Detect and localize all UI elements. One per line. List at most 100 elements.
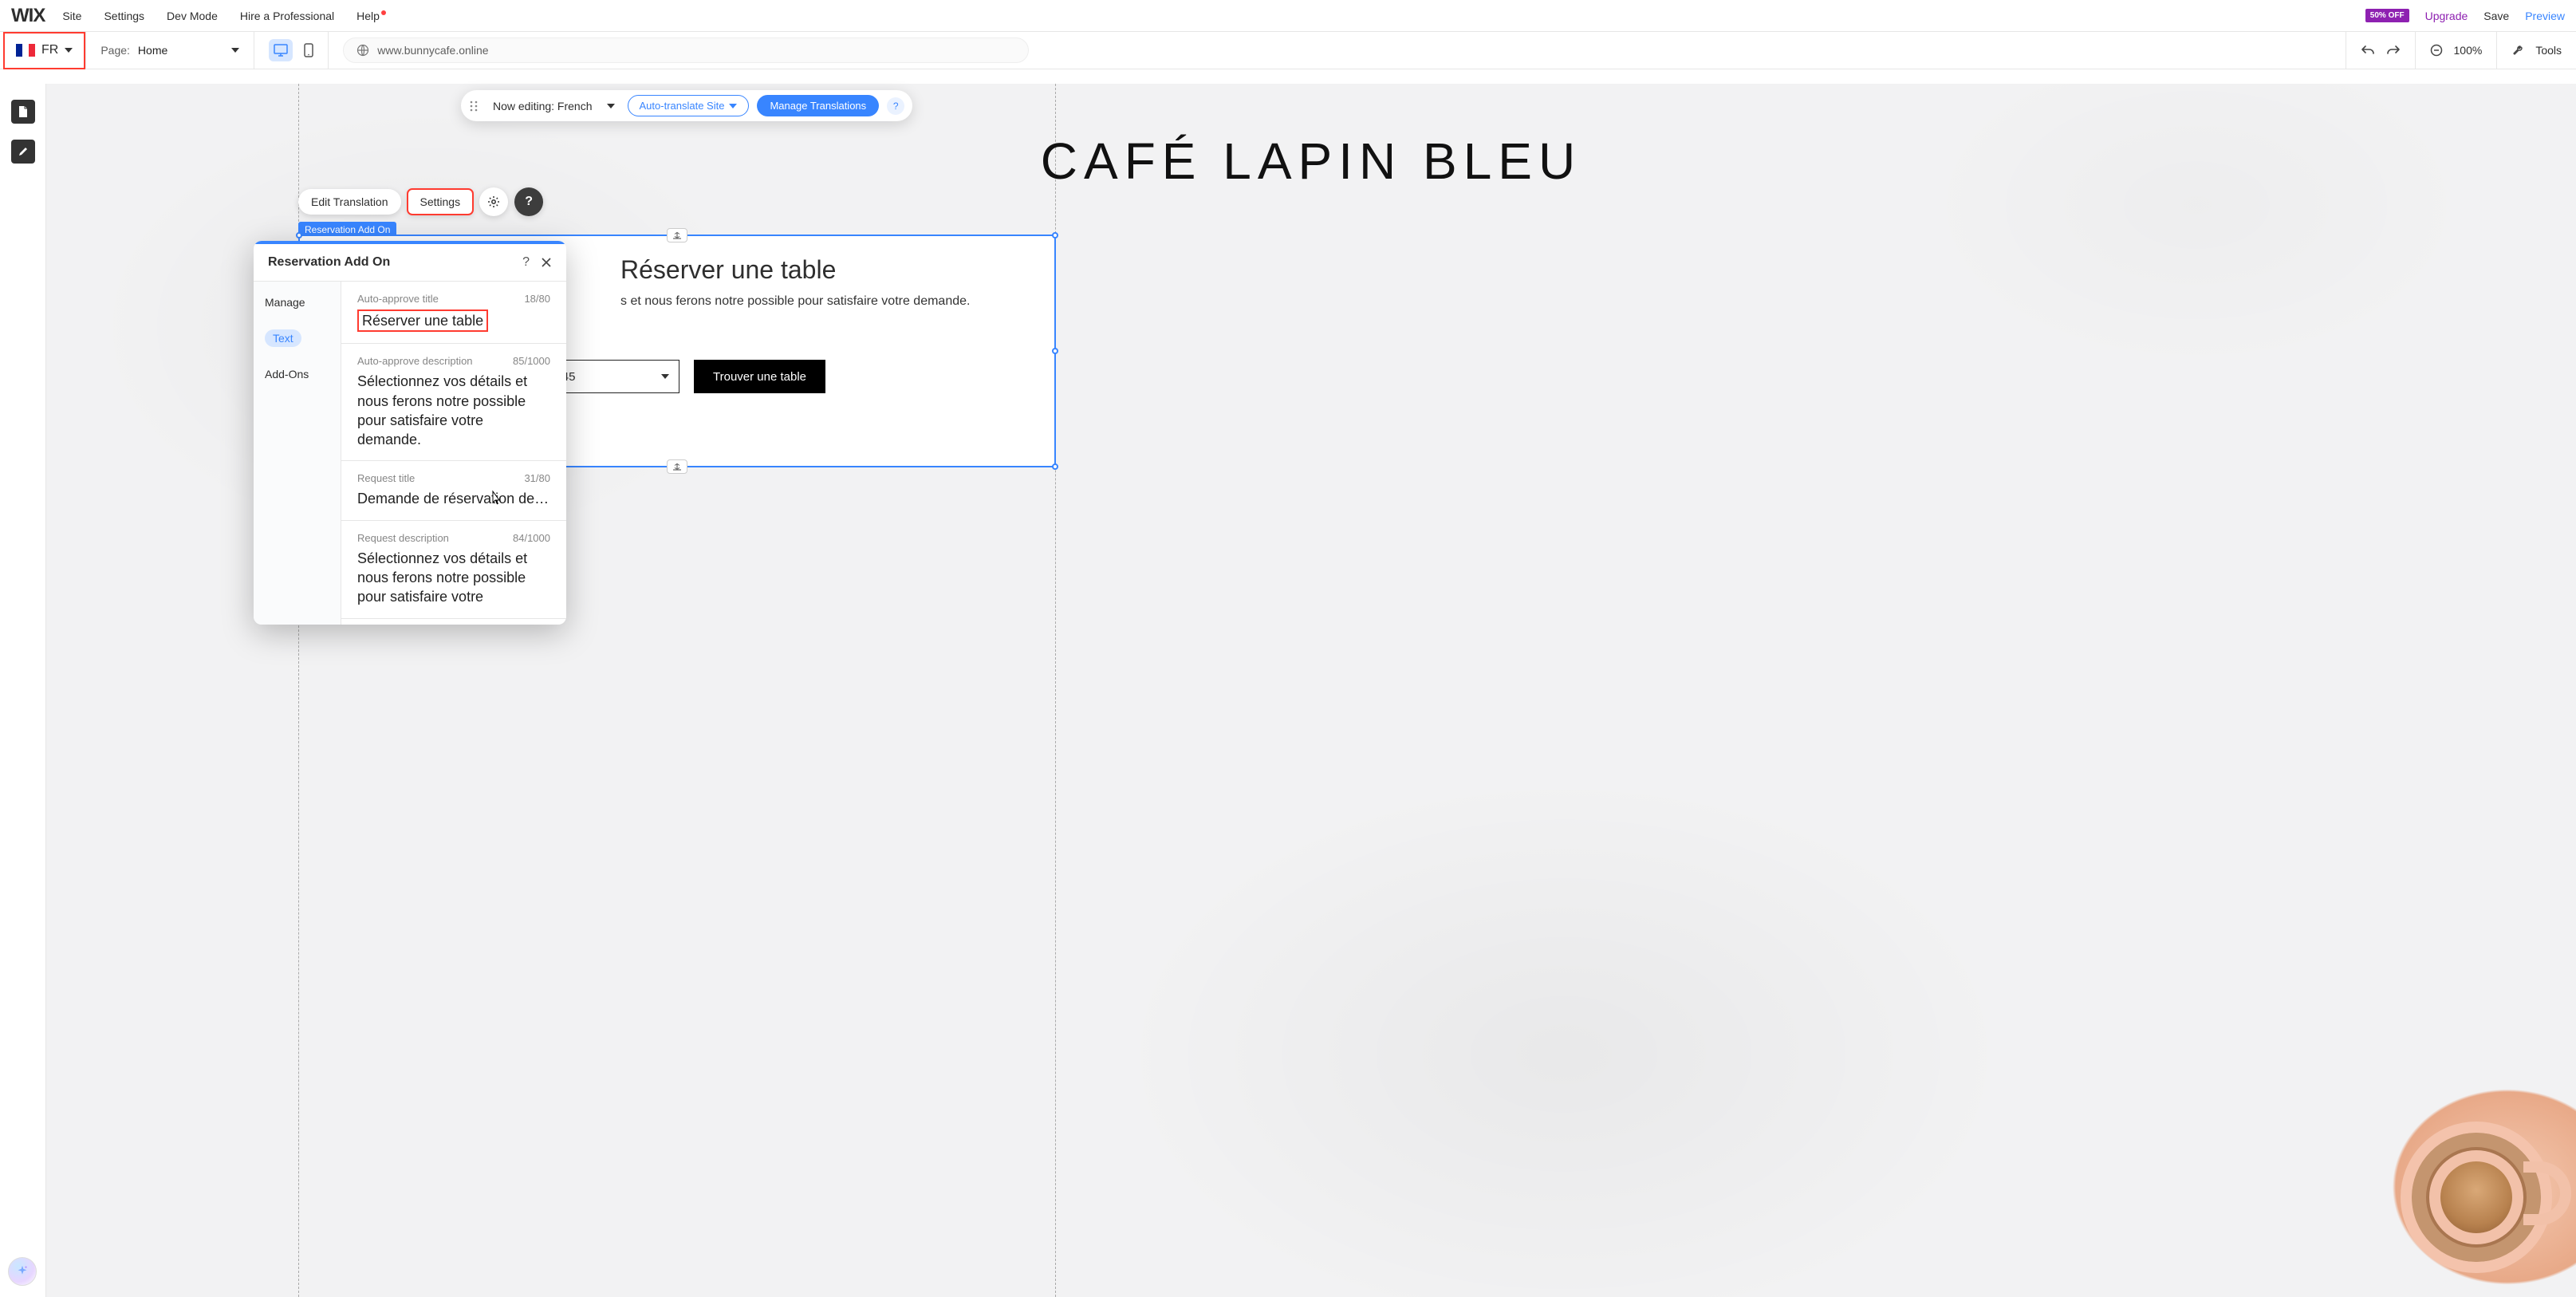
settings-panel: Reservation Add On ? Manage Text Add-Ons…: [254, 241, 566, 625]
row-count: 31/80: [524, 472, 550, 484]
wix-logo[interactable]: WIX: [11, 5, 45, 27]
resize-handle[interactable]: [1052, 232, 1058, 239]
page-selector[interactable]: Page: Home: [85, 32, 254, 69]
panel-text-row[interactable]: Auto-approve title18/80Réserver une tabl…: [341, 282, 566, 344]
element-toolbar: Edit Translation Settings ?: [298, 187, 543, 216]
sparkle-icon: [15, 1264, 30, 1279]
resize-handle[interactable]: [1052, 348, 1058, 354]
topbar: WIX Site Settings Dev Mode Hire a Profes…: [0, 0, 2576, 32]
chevron-down-icon: [65, 48, 73, 53]
desktop-view-button[interactable]: [269, 39, 293, 61]
stretch-icon: [672, 463, 682, 471]
row-label: Request title: [357, 472, 415, 484]
rail-pages-button[interactable]: [11, 100, 35, 124]
stretch-handle[interactable]: [667, 459, 687, 474]
undo-redo-group: [2346, 32, 2415, 69]
editing-label: Now editing: French: [486, 100, 599, 112]
save-button[interactable]: Save: [2483, 10, 2509, 22]
row-value: Demande de réservation de…: [357, 489, 550, 508]
upgrade-link[interactable]: Upgrade: [2425, 10, 2468, 22]
zoom-out-icon: [2430, 44, 2443, 57]
row-count: 85/1000: [513, 355, 550, 367]
tools-label: Tools: [2535, 44, 2562, 57]
question-icon: ?: [525, 195, 533, 209]
gear-icon: [487, 195, 500, 208]
menu-help[interactable]: Help: [356, 10, 384, 22]
panel-body: Manage Text Add-Ons Auto-approve title18…: [254, 282, 566, 625]
menu-site[interactable]: Site: [62, 10, 81, 22]
flag-france-icon: [16, 44, 35, 57]
reservation-desc: s et nous ferons notre possible pour sat…: [620, 294, 1030, 309]
find-table-button[interactable]: Trouver une table: [694, 360, 825, 393]
row-value: Sélectionnez vos détails et nous ferons …: [357, 549, 550, 607]
tab-addons[interactable]: Add-Ons: [265, 368, 329, 380]
canvas[interactable]: Now editing: French Auto-translate Site …: [46, 84, 2576, 1297]
drag-handle-icon[interactable]: [469, 100, 479, 112]
zoom-control[interactable]: 100%: [2415, 32, 2497, 69]
zoom-value: 100%: [2454, 44, 2483, 57]
element-gear-button[interactable]: [479, 187, 508, 216]
device-switcher: [254, 32, 329, 69]
tools-button[interactable]: Tools: [2496, 32, 2576, 69]
reservation-title: Réserver une table: [620, 255, 1030, 285]
panel-close-button[interactable]: [541, 257, 552, 268]
panel-text-row[interactable]: Request description84/1000Sélectionnez v…: [341, 521, 566, 619]
panel-content[interactable]: Auto-approve title18/80Réserver une tabl…: [341, 282, 566, 625]
stretch-handle[interactable]: [667, 228, 687, 242]
language-selector[interactable]: FR: [3, 32, 85, 69]
panel-header[interactable]: Reservation Add On ?: [254, 244, 566, 282]
menu-help-label: Help: [356, 10, 380, 22]
page-label: Page:: [100, 44, 130, 57]
chevron-down-icon[interactable]: [607, 104, 615, 108]
language-code: FR: [41, 43, 58, 57]
row-label: Request description: [357, 532, 449, 544]
bar2-right: 100% Tools: [2346, 32, 2576, 69]
menu-devmode[interactable]: Dev Mode: [167, 10, 218, 22]
chevron-down-icon: [231, 48, 239, 53]
element-help-button[interactable]: ?: [514, 187, 543, 216]
panel-text-row[interactable]: Auto-approve description 85/1000 Sélection…: [341, 344, 566, 461]
mobile-icon: [304, 43, 313, 57]
row-label: Auto-approve description: [357, 355, 473, 367]
menu-hire[interactable]: Hire a Professional: [240, 10, 334, 22]
auto-translate-label: Auto-translate Site: [640, 100, 725, 112]
edit-translation-button[interactable]: Edit Translation: [298, 189, 401, 215]
manage-translations-button[interactable]: Manage Translations: [757, 95, 879, 116]
resize-handle[interactable]: [296, 232, 302, 239]
url-text: www.bunnycafe.online: [377, 44, 488, 57]
top-right: 50% OFF Upgrade Save Preview: [2365, 9, 2565, 22]
chevron-down-icon: [661, 374, 669, 379]
ai-assistant-button[interactable]: [8, 1257, 37, 1286]
pencil-icon: [18, 146, 29, 157]
menu-settings[interactable]: Settings: [104, 10, 144, 22]
redo-icon[interactable]: [2386, 44, 2401, 57]
row-label: Auto-approve title: [357, 293, 439, 305]
element-settings-button[interactable]: Settings: [408, 189, 474, 215]
discount-badge: 50% OFF: [2365, 9, 2409, 22]
globe-icon: [356, 44, 369, 57]
notification-dot-icon: [381, 10, 386, 15]
stretch-icon: [672, 231, 682, 239]
resize-handle[interactable]: [1052, 463, 1058, 470]
chevron-down-icon: [729, 104, 737, 108]
panel-text-row[interactable]: Request title 31/80 Demande de réservation…: [341, 461, 566, 520]
secondary-bar: FR Page: Home www.bunnycafe.online 100%: [0, 32, 2576, 69]
row-value: Sélectionnez vos détails et nous ferons …: [357, 372, 550, 449]
rail-edit-button[interactable]: [11, 140, 35, 164]
help-icon[interactable]: ?: [887, 97, 904, 115]
mobile-view-button[interactable]: [304, 43, 313, 57]
preview-button[interactable]: Preview: [2525, 10, 2565, 22]
desktop-icon: [274, 44, 288, 57]
tab-text-label: Text: [265, 329, 301, 347]
left-rail: [0, 84, 46, 1297]
tab-manage[interactable]: Manage: [265, 296, 329, 309]
auto-translate-button[interactable]: Auto-translate Site: [628, 95, 750, 116]
panel-title: Reservation Add On: [268, 255, 511, 270]
undo-icon[interactable]: [2361, 44, 2375, 57]
url-bar-area: www.bunnycafe.online: [329, 32, 2345, 69]
panel-help-button[interactable]: ?: [522, 255, 530, 270]
url-field[interactable]: www.bunnycafe.online: [343, 37, 1029, 63]
page-title: CAFÉ LAPIN BLEU: [1041, 132, 1581, 191]
translation-floatbar[interactable]: Now editing: French Auto-translate Site …: [461, 90, 912, 121]
tab-text[interactable]: Text: [265, 329, 329, 347]
